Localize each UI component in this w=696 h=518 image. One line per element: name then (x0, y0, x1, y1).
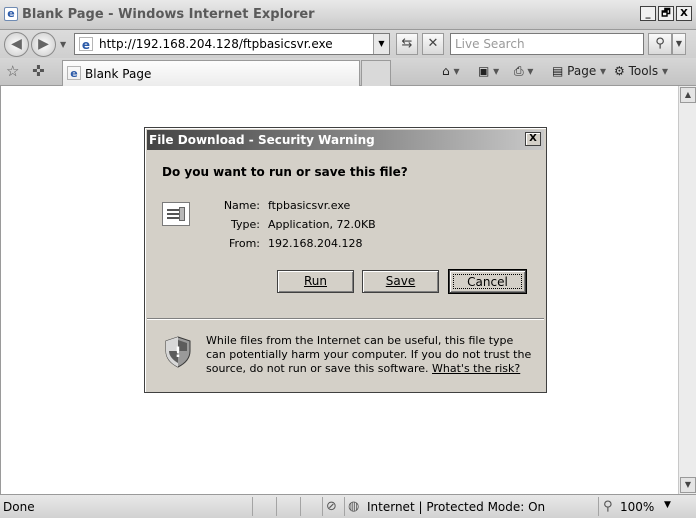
warning-message: While files from the Internet can be use… (206, 334, 536, 376)
run-button[interactable]: Run (277, 270, 354, 293)
window-title-bar: e Blank Page - Windows Internet Explorer… (0, 0, 696, 30)
search-options-icon[interactable]: ▼ (672, 33, 686, 55)
home-icon[interactable]: ⌂ ▾ (442, 64, 459, 78)
from-label: From: (229, 237, 260, 250)
status-separator (344, 497, 345, 516)
scroll-down-icon[interactable]: ▼ (680, 477, 696, 493)
status-separator (598, 497, 599, 516)
page-menu-label: Page (567, 64, 597, 78)
print-icon[interactable]: ⎙ ▾ (514, 64, 533, 79)
save-button[interactable]: Save (362, 270, 439, 293)
tab-label: Blank Page (85, 67, 152, 81)
type-value: Application, 72.0KB (268, 218, 376, 231)
name-label: Name: (223, 199, 260, 212)
name-value: ftpbasicsvr.exe (268, 199, 351, 212)
status-separator (300, 497, 301, 516)
svg-text:!: ! (175, 345, 181, 361)
status-separator (252, 497, 253, 516)
file-download-dialog: File Download - Security Warning X Do yo… (144, 127, 547, 393)
vertical-scrollbar[interactable]: ▲ ▼ (678, 86, 696, 494)
dialog-title: File Download - Security Warning (149, 133, 375, 147)
run-button-label: Run (303, 274, 327, 288)
from-value: 192.168.204.128 (268, 237, 363, 250)
type-label: Type: (231, 218, 260, 231)
cancel-button-label: Cancel (453, 274, 522, 289)
security-shield-icon: ! (165, 336, 191, 368)
tools-menu[interactable]: ⚙ Tools ▾ (614, 64, 668, 78)
minimize-button[interactable]: _ (640, 6, 656, 21)
dialog-title-bar: File Download - Security Warning X (147, 130, 544, 150)
new-tab-button[interactable] (361, 60, 391, 86)
whats-the-risk-link[interactable]: What's the risk? (432, 362, 520, 375)
zone-text: Internet | Protected Mode: On (367, 500, 546, 514)
cancel-button[interactable]: Cancel (448, 269, 527, 294)
tab-blank-page[interactable]: e Blank Page (62, 60, 360, 86)
page-menu[interactable]: ▤ Page ▾ (552, 64, 606, 78)
add-favorites-icon[interactable]: ✜ (32, 62, 45, 80)
close-window-button[interactable]: X (676, 6, 692, 21)
refresh-button[interactable]: ⇆ (396, 33, 418, 55)
security-icon: ⊘ (326, 499, 337, 514)
zoom-icon[interactable]: ⚲ (603, 499, 613, 514)
status-bar: Done ⊘ ◍ Internet | Protected Mode: On ⚲… (0, 494, 696, 518)
tab-row: ☆ ✜ e Blank Page ⌂ ▾ ▣ ▾ ⎙ ▾ ▤ Page ▾ ⚙ … (0, 58, 696, 86)
page-icon: e (79, 37, 93, 52)
dialog-close-button[interactable]: X (525, 132, 541, 146)
zoom-level[interactable]: 100% (620, 500, 654, 514)
zoom-dropdown-icon[interactable]: ▼ (664, 500, 671, 510)
ie-app-icon: e (4, 7, 18, 21)
forward-button[interactable]: ▶ (31, 32, 56, 57)
tab-page-icon: e (67, 66, 81, 80)
stop-button[interactable]: ✕ (422, 33, 444, 55)
history-dropdown-icon[interactable]: ▼ (60, 40, 66, 49)
address-dropdown-icon[interactable]: ▼ (373, 34, 389, 54)
restore-button[interactable]: 🗗 (658, 6, 674, 21)
window-title: Blank Page - Windows Internet Explorer (22, 7, 315, 22)
save-button-label: Save (385, 274, 416, 288)
tools-menu-label: Tools (628, 64, 659, 78)
globe-icon: ◍ (348, 499, 360, 514)
window-controls: _ 🗗 X (640, 6, 692, 21)
dialog-question: Do you want to run or save this file? (162, 165, 408, 179)
address-field[interactable]: e http://192.168.204.128/ftpbasicsvr.exe… (74, 33, 390, 55)
back-button[interactable]: ◀ (4, 32, 29, 57)
scroll-up-icon[interactable]: ▲ (680, 87, 696, 103)
search-button[interactable]: ⚲ (648, 33, 672, 55)
favorites-star-icon[interactable]: ☆ (6, 62, 19, 80)
address-url: http://192.168.204.128/ftpbasicsvr.exe (99, 37, 333, 51)
status-separator (276, 497, 277, 516)
search-input[interactable]: Live Search (450, 33, 644, 55)
status-text: Done (3, 500, 35, 514)
feeds-icon[interactable]: ▣ ▾ (478, 64, 499, 78)
status-separator (322, 497, 323, 516)
dialog-divider (147, 318, 544, 320)
address-row: ◀ ▶ ▼ e http://192.168.204.128/ftpbasics… (0, 30, 696, 58)
